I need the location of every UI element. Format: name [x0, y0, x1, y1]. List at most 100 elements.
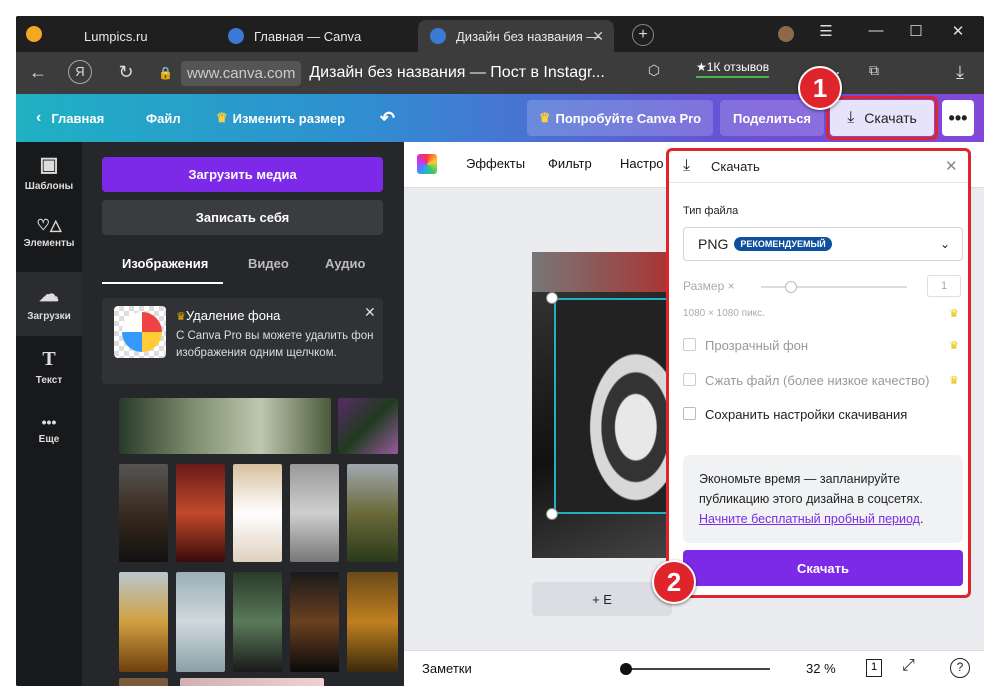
size-slider[interactable] [761, 286, 907, 288]
compress-checkbox[interactable] [683, 373, 696, 386]
url-field[interactable]: 🔒 www.canva.com Дизайн без названия — По… [158, 58, 608, 88]
confirm-download-button[interactable]: Скачать [683, 550, 963, 586]
home-button[interactable]: ‹ Главная [36, 106, 104, 130]
image-thumbnail[interactable] [338, 398, 398, 454]
zoom-slider[interactable] [622, 668, 770, 670]
reload-icon[interactable]: ↻ [114, 62, 138, 83]
tab-audio[interactable]: Аудио [325, 256, 365, 271]
zoom-level[interactable]: 32 % [806, 661, 836, 676]
page-count[interactable]: 1 [866, 659, 882, 677]
undo-icon[interactable]: ↶ [380, 106, 395, 130]
close-promo-icon[interactable]: ✕ [364, 304, 376, 321]
profile-avatar[interactable] [778, 26, 794, 42]
resize-handle[interactable] [546, 508, 558, 520]
tab-video[interactable]: Видео [248, 256, 289, 271]
file-menu-button[interactable]: Файл [146, 106, 181, 130]
raccoon-image[interactable] [554, 298, 672, 514]
info-text: Экономьте время — запланируйте публикаци… [699, 472, 923, 506]
image-thumbnail[interactable] [119, 464, 168, 562]
chevron-down-icon: ⌄ [939, 237, 950, 251]
close-panel-icon[interactable]: ✕ [945, 157, 958, 175]
image-thumbnail[interactable] [119, 398, 331, 454]
file-type-select[interactable]: PNG РЕКОМЕНДУЕМЫЙ ⌄ [683, 227, 963, 261]
callout-2: 2 [652, 560, 696, 604]
bookmark-icon[interactable]: ⧉ [862, 62, 886, 79]
download-button[interactable]: ⤓ Скачать [830, 100, 934, 136]
filter-button[interactable]: Фильтр [548, 156, 592, 171]
uploads-panel: Загрузить медиа Записать себя Изображени… [82, 142, 404, 686]
templates-icon: ▣ [39, 154, 59, 176]
help-button[interactable]: ? [950, 658, 970, 678]
rail-elements[interactable]: ♡△ Элементы [16, 206, 82, 270]
more-options-button[interactable]: ••• [942, 100, 974, 136]
image-thumbnail[interactable] [290, 464, 339, 562]
image-thumbnail[interactable] [119, 572, 168, 672]
record-yourself-button[interactable]: Записать себя [102, 200, 383, 235]
size-slider-knob[interactable] [785, 281, 797, 293]
image-thumbnail[interactable] [180, 678, 324, 686]
chevron-left-icon: ‹ [36, 109, 42, 126]
download-panel-header: ⤓ Скачать ✕ [669, 151, 968, 183]
image-thumbnail[interactable] [176, 464, 225, 562]
tab-canva-home[interactable]: Главная — Canva [216, 20, 406, 52]
browser-menu-icon[interactable] [26, 26, 42, 42]
reviews-badge[interactable]: ★1К отзывов [696, 60, 770, 78]
new-tab-button[interactable]: + [632, 24, 654, 46]
browser-window: Lumpics.ru Главная — Canva Дизайн без на… [16, 16, 984, 686]
transparent-bg-checkbox[interactable] [683, 338, 696, 351]
image-thumbnail[interactable] [233, 464, 282, 562]
transparent-bg-label: Прозрачный фон [705, 338, 809, 353]
add-page-button[interactable]: + Е [532, 582, 672, 616]
size-input[interactable]: 1 [927, 275, 961, 297]
text-icon: T [42, 348, 56, 370]
beachball-icon [122, 312, 162, 352]
tab-lumpics[interactable]: Lumpics.ru [72, 20, 212, 52]
image-thumbnail[interactable] [119, 678, 168, 686]
maximize-icon[interactable]: ☐ [896, 22, 936, 40]
recommended-badge: РЕКОМЕНДУЕМЫЙ [734, 237, 832, 251]
close-window-icon[interactable]: ✕ [938, 22, 978, 40]
dimensions-text: 1080 × 1080 пикс. [683, 308, 765, 319]
file-type-label: Тип файла [683, 205, 739, 217]
rail-uploads[interactable]: ☁ Загрузки [16, 272, 82, 336]
download-panel-title: Скачать [711, 159, 760, 174]
download-icon: ⤓ [847, 109, 855, 126]
free-trial-link[interactable]: Начните бесплатный пробный период [699, 512, 920, 526]
crown-icon: ♛ [538, 110, 551, 125]
extensions-icon[interactable]: ⬡ [642, 62, 666, 79]
canva-header: ‹ Главная Файл ♛ Изменить размер ↶ ♛ Поп… [16, 94, 984, 142]
close-tab-icon[interactable]: ✕ [592, 28, 604, 45]
image-thumbnail[interactable] [176, 572, 225, 672]
effects-button[interactable]: Эффекты [466, 156, 525, 171]
download-panel: ⤓ Скачать ✕ Тип файла PNG РЕКОМЕНДУЕМЫЙ … [666, 148, 971, 598]
image-thumbnail[interactable] [233, 572, 282, 672]
crown-icon: ♛ [949, 340, 959, 352]
resize-handle[interactable] [546, 292, 558, 304]
tab-images[interactable]: Изображения [122, 256, 208, 271]
tabs-menu-icon[interactable]: ☰ [806, 22, 846, 40]
lock-icon: 🔒 [158, 66, 173, 80]
rail-text[interactable]: T Текст [16, 338, 82, 402]
image-thumbnail[interactable] [347, 464, 398, 562]
upload-media-button[interactable]: Загрузить медиа [102, 157, 383, 192]
bg-remover-promo[interactable]: ♛Удаление фона С Canva Pro вы можете уда… [102, 298, 383, 384]
try-pro-button[interactable]: ♛ Попробуйте Canva Pro [527, 100, 713, 136]
download-manager-icon[interactable]: ⤓ [948, 62, 972, 83]
minimize-icon[interactable]: — [856, 22, 896, 39]
back-icon[interactable]: ← [26, 62, 50, 83]
resize-button[interactable]: ♛ Изменить размер [216, 106, 345, 130]
yandex-icon[interactable]: Я [68, 60, 92, 84]
image-thumbnail[interactable] [347, 572, 398, 672]
adjust-button[interactable]: Настро [620, 156, 664, 171]
color-picker-icon[interactable] [417, 154, 437, 174]
notes-button[interactable]: Заметки [422, 661, 472, 676]
rail-templates[interactable]: ▣ Шаблоны [16, 142, 82, 206]
url-domain: www.canva.com [180, 60, 302, 86]
tab-bar: Lumpics.ru Главная — Canva Дизайн без на… [16, 16, 984, 52]
fullscreen-icon[interactable]: ⤢ [902, 657, 915, 675]
tab-canva-design[interactable]: Дизайн без названия — ✕ [418, 20, 614, 52]
image-thumbnail[interactable] [290, 572, 339, 672]
rail-more[interactable]: ••• Еще [16, 404, 82, 468]
zoom-slider-knob[interactable] [620, 663, 632, 675]
save-settings-checkbox[interactable] [683, 407, 696, 420]
